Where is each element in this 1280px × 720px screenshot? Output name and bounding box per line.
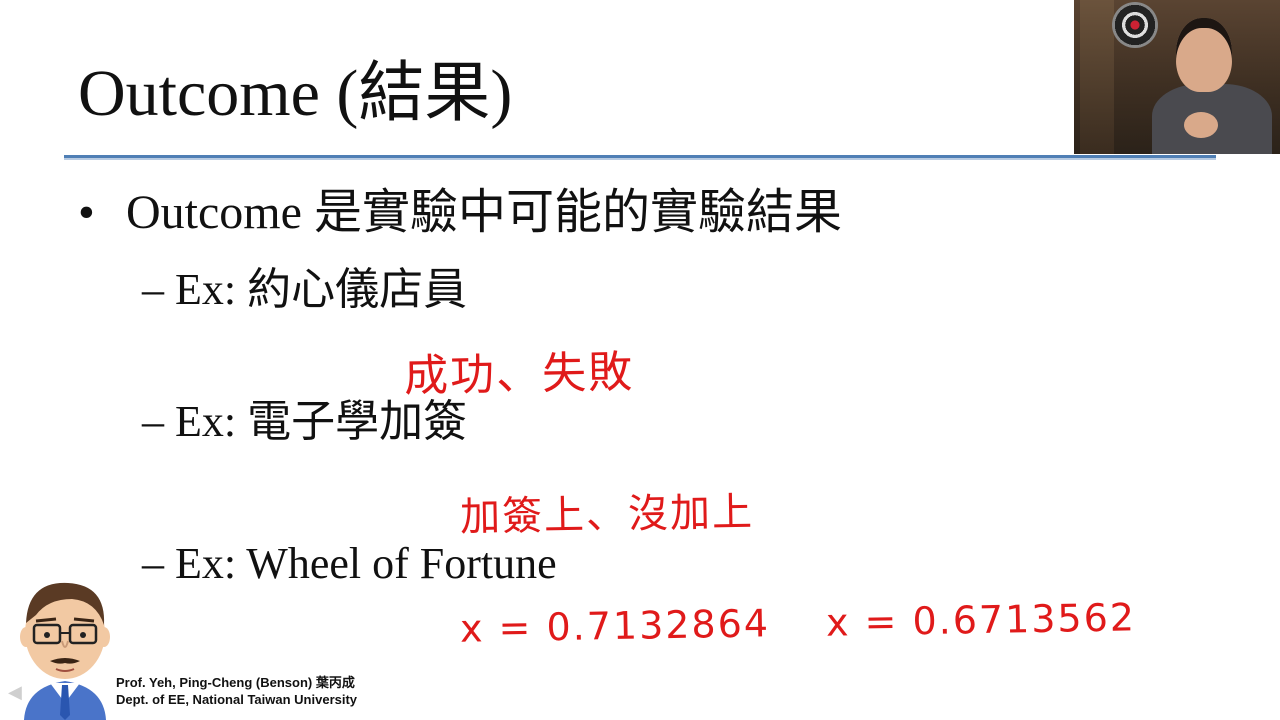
sub-item-1: – Ex: 約心儀店員 bbox=[142, 262, 467, 318]
footer-department: Dept. of EE, National Taiwan University bbox=[116, 692, 358, 707]
slide-title: Outcome (結果) bbox=[78, 57, 513, 130]
sub-item-dash: – bbox=[142, 539, 164, 588]
webcam-lecturer-hand bbox=[1184, 112, 1218, 138]
sub-item-dash: – bbox=[142, 397, 164, 446]
professor-avatar-icon bbox=[20, 582, 110, 720]
sub-item-3: – Ex: Wheel of Fortune bbox=[142, 536, 557, 592]
footer-author: Prof. Yeh, Ping-Cheng (Benson) 葉丙成 bbox=[116, 675, 355, 690]
bullet-marker: • bbox=[78, 186, 95, 239]
sub-item-text: Ex: 約心儀店員 bbox=[175, 265, 468, 314]
sub-item-text: Ex: 電子學加簽 bbox=[175, 397, 468, 446]
webcam-bookshelf bbox=[1080, 0, 1114, 154]
webcam-dartboard bbox=[1112, 2, 1158, 48]
previous-slide-arrow-icon[interactable]: ◀ bbox=[8, 682, 22, 703]
lecturer-webcam bbox=[1074, 0, 1280, 154]
sub-item-dash: – bbox=[142, 265, 164, 314]
sub-item-2: – Ex: 電子學加簽 bbox=[142, 394, 467, 450]
title-divider bbox=[64, 155, 1216, 160]
main-bullet-text: Outcome 是實驗中可能的實驗結果 bbox=[126, 186, 842, 239]
main-bullet: • Outcome 是實驗中可能的實驗結果 bbox=[78, 183, 842, 243]
handwritten-value-2: x = 0.6713562 bbox=[825, 595, 1137, 645]
sub-item-text: Ex: Wheel of Fortune bbox=[175, 539, 557, 588]
handwritten-value-1: x = 0.7132864 bbox=[459, 601, 771, 651]
webcam-lecturer-head bbox=[1176, 18, 1232, 92]
slide: Outcome (結果) • Outcome 是實驗中可能的實驗結果 – Ex: … bbox=[0, 0, 1280, 720]
footer-credit: Prof. Yeh, Ping-Cheng (Benson) 葉丙成 Dept.… bbox=[116, 674, 357, 708]
handwritten-note-2: 加簽上、沒加上 bbox=[459, 489, 755, 541]
